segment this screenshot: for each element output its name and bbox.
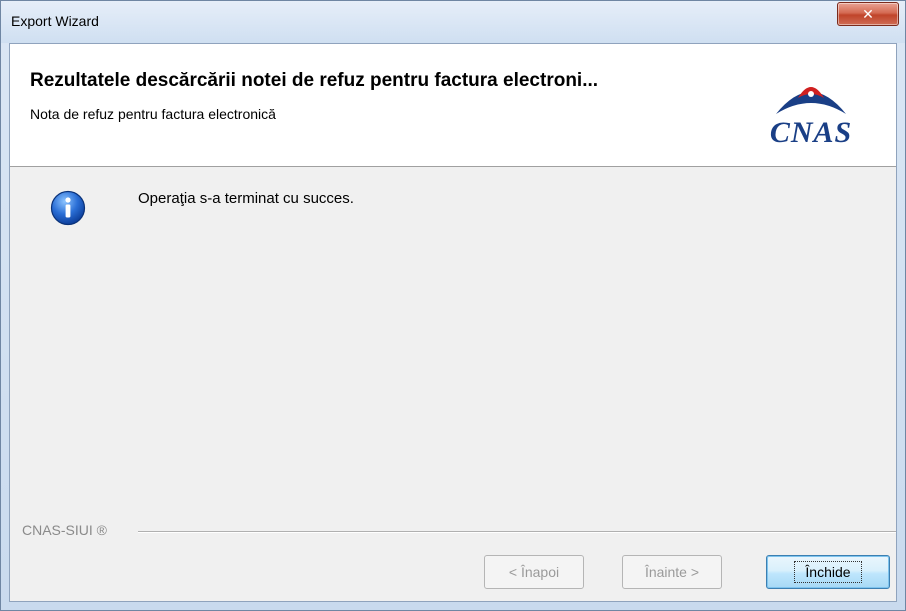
wizard-client-area: Rezultatele descărcării notei de refuz p… — [9, 43, 897, 602]
info-icon — [50, 190, 86, 226]
status-message: Operaţia s-a terminat cu succes. — [138, 190, 354, 207]
wizard-header: Rezultatele descărcării notei de refuz p… — [10, 44, 896, 167]
close-wizard-button[interactable]: Închide — [766, 555, 890, 589]
back-button-label: < Înapoi — [508, 564, 560, 580]
close-icon: ✕ — [862, 5, 874, 22]
next-button-label: Înainte > — [644, 564, 700, 580]
footer-separator — [138, 531, 896, 533]
brand-label: CNAS-SIUI ® — [22, 522, 111, 538]
next-button[interactable]: Înainte > — [622, 555, 722, 589]
cnas-emblem-icon — [776, 87, 846, 114]
close-wizard-button-label: Închide — [794, 561, 862, 583]
window-title: Export Wizard — [11, 13, 99, 29]
header-subtitle: Nota de refuz pentru factura electronică — [30, 106, 276, 122]
back-button[interactable]: < Înapoi — [484, 555, 584, 589]
cnas-logo: CNAS — [748, 76, 874, 149]
window-close-button[interactable]: ✕ — [837, 2, 899, 26]
wizard-window: Export Wizard ✕ Rezultatele descărcării … — [0, 0, 906, 611]
header-title: Rezultatele descărcării notei de refuz p… — [30, 70, 599, 91]
title-bar[interactable]: Export Wizard ✕ — [1, 1, 905, 43]
logo-text: CNAS — [769, 116, 853, 149]
